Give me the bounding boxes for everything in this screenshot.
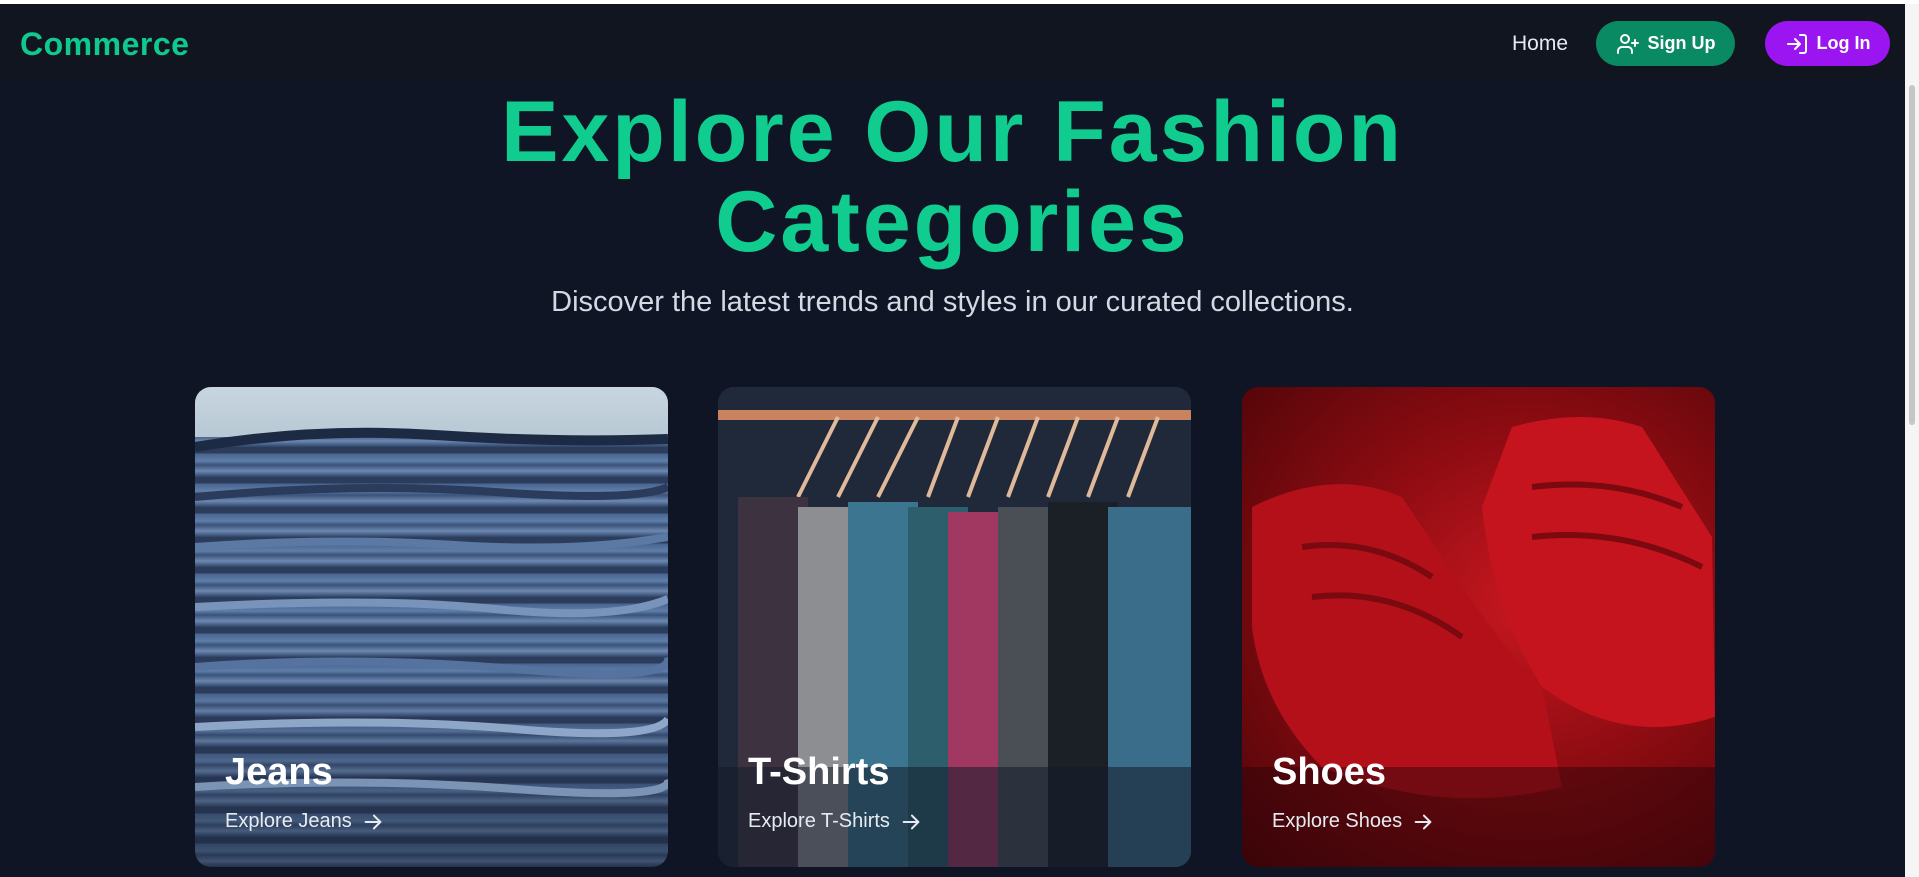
category-title-shoes: Shoes <box>1272 751 1387 793</box>
category-title-jeans: Jeans <box>225 751 333 793</box>
category-card-jeans[interactable]: Jeans Explore Jeans <box>195 387 668 867</box>
explore-tshirts-label: Explore T-Shirts <box>748 810 890 832</box>
signup-label: Sign Up <box>1647 33 1716 53</box>
jeans-image <box>195 427 668 798</box>
arrow-right-icon <box>364 814 382 829</box>
top-navbar: Commerce Home Sign Up Log In <box>0 4 1905 82</box>
explore-jeans-link[interactable]: Explore Jeans <box>225 810 384 833</box>
category-title-tshirts: T-Shirts <box>748 751 890 793</box>
signup-button[interactable]: Sign Up <box>1596 21 1735 66</box>
explore-shoes-label: Explore Shoes <box>1272 810 1403 832</box>
shoes-image <box>1242 417 1715 867</box>
explore-shoes-link[interactable]: Explore Shoes <box>1272 810 1434 833</box>
tshirts-image <box>718 387 1191 867</box>
explore-tshirts-link[interactable]: Explore T-Shirts <box>748 810 922 833</box>
category-card-shoes[interactable]: Shoes Explore Shoes <box>1242 387 1715 867</box>
user-plus-icon <box>1616 33 1639 54</box>
scrollbar-thumb[interactable] <box>1909 85 1915 425</box>
nav-home-link[interactable]: Home <box>1512 32 1568 56</box>
category-card-tshirts[interactable]: T-Shirts Explore T-Shirts <box>718 387 1191 867</box>
page-subtitle: Discover the latest trends and styles in… <box>551 286 1354 318</box>
log-in-icon <box>1786 33 1807 54</box>
arrow-right-icon <box>902 814 920 829</box>
login-button[interactable]: Log In <box>1765 21 1890 66</box>
explore-jeans-label: Explore Jeans <box>225 810 352 832</box>
brand-logo[interactable]: Commerce <box>20 26 189 63</box>
arrow-right-icon <box>1414 814 1432 829</box>
login-label: Log In <box>1816 33 1871 53</box>
page-title: Explore Our Fashion Categories <box>0 87 1905 267</box>
page-title-line-1: Explore Our Fashion <box>501 84 1404 180</box>
page-title-line-2: Categories <box>715 174 1190 270</box>
